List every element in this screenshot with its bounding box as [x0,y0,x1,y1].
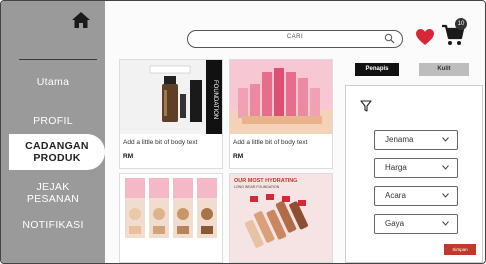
sidebar-divider [19,59,97,60]
select-jenama[interactable]: Jenama [374,130,458,150]
product-image-subline: LONG WEAR FOUNDATION [234,185,280,189]
product-card[interactable]: Add a little bit of body text RM [229,59,333,169]
chevron-down-icon [442,193,449,198]
main-content: CARI 10 FOUNDATION Add a little bit of b… [105,1,485,263]
select-gaya[interactable]: Gaya [374,214,458,234]
product-image: FOUNDATION [120,60,222,134]
sidebar: Utama PROFIL CADANGAN PRODUK JEJAK PESAN… [1,1,105,263]
select-value: Jenama [385,135,414,144]
sidebar-item-label: PRODUK [33,152,81,164]
sidebar-item-label: CADANGAN [25,140,89,152]
select-value: Harga [385,163,407,172]
product-card[interactable]: OUR MOST HYDRATING LONG WEAR FOUNDATION [229,173,333,263]
select-acara[interactable]: Acara [374,186,458,206]
app-frame: Utama PROFIL CADANGAN PRODUK JEJAK PESAN… [0,0,486,264]
select-harga[interactable]: Harga [374,158,458,178]
product-image: OUR MOST HYDRATING LONG WEAR FOUNDATION [230,174,332,262]
sidebar-item-label: NOTIFIKASI [22,219,84,231]
sidebar-item-notifikasi[interactable]: NOTIFIKASI [1,219,105,231]
chevron-down-icon [442,221,449,226]
sidebar-item-profil[interactable]: PROFIL [1,115,105,127]
select-value: Acara [385,191,406,200]
sidebar-item-label: PESANAN [26,193,80,205]
search-input[interactable]: CARI [187,30,403,48]
sidebar-item-label: PROFIL [33,115,73,127]
product-price: RM [233,153,244,160]
sidebar-item-label: Utama [36,76,70,88]
product-image-label: FOUNDATION [212,80,218,119]
search-icon[interactable] [384,33,395,44]
search-placeholder: CARI [286,34,304,40]
product-price: RM [123,153,134,160]
product-image [230,60,332,134]
sidebar-item-utama[interactable]: Utama [1,76,105,88]
tab-penapis[interactable]: Penapis [355,63,399,76]
filter-icon[interactable] [360,100,372,112]
product-description: Add a little bit of body text [123,139,198,146]
product-image-headline: OUR MOST HYDRATING [234,178,297,184]
sidebar-item-cadangan-produk[interactable]: CADANGAN PRODUK [9,134,105,170]
product-description: Add a little bit of body text [233,139,308,146]
chevron-down-icon [442,165,449,170]
tab-kulit[interactable]: Kulit [419,63,469,76]
product-card[interactable] [119,173,223,263]
product-card[interactable]: FOUNDATION Add a little bit of body text… [119,59,223,169]
select-value: Gaya [385,219,405,228]
cart-count-badge: 10 [455,18,467,30]
heart-icon[interactable] [415,28,435,46]
chevron-down-icon [442,137,449,142]
apply-filter-button[interactable]: Simpan [444,244,476,255]
home-icon[interactable] [71,11,91,29]
filter-panel: Jenama Harga Acara Gaya Simpan [345,85,483,263]
sidebar-item-jejak-pesanan[interactable]: JEJAK PESANAN [1,181,105,205]
sidebar-item-label: JEJAK [36,181,70,193]
product-image [120,174,222,262]
